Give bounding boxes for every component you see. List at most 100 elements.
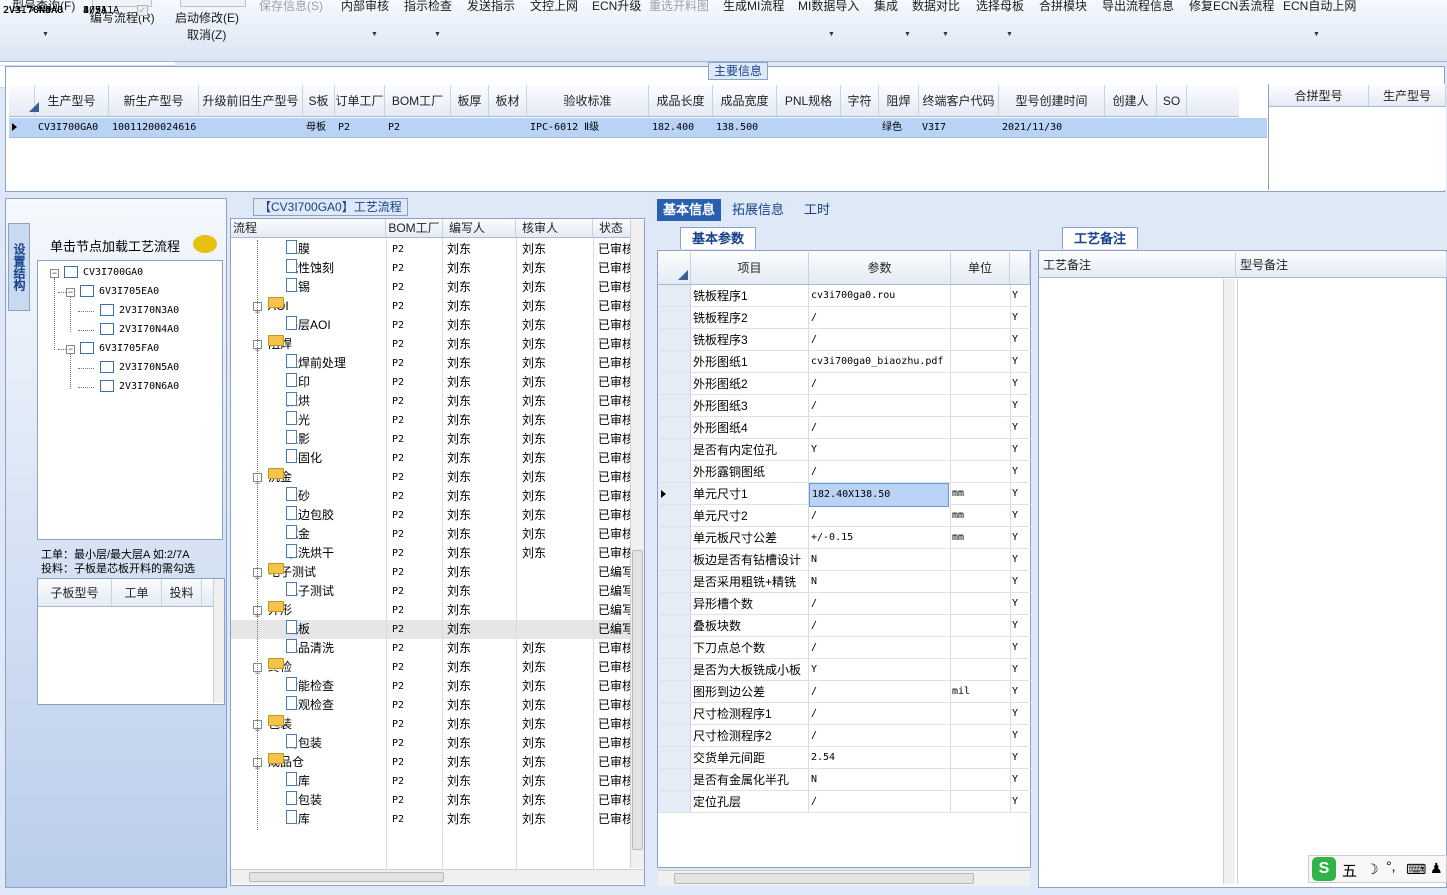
param-row[interactable]: 单元板尺寸公差 +/-0.15 mm Y (658, 527, 1032, 549)
param-value[interactable]: / (809, 681, 949, 703)
param-row[interactable]: 异形槽个数 / Y (658, 593, 1032, 615)
tree-node[interactable]: 2V3I70N5A0 (100, 360, 179, 376)
dropdown-caret-icon[interactable]: ▼ (1006, 31, 1013, 38)
toolbar-button-2[interactable]: 启动修改(E) (175, 9, 239, 26)
vtab-structure[interactable]: 设置结构 (8, 223, 30, 311)
param-row[interactable]: 是否有内定位孔 Y Y (658, 439, 1032, 461)
toolbar-button-8[interactable]: 文控上网 (530, 0, 578, 14)
toolbar-button-6[interactable]: 指示检查 (404, 0, 452, 14)
param-row[interactable]: 是否有金属化半孔 N Y (658, 769, 1032, 791)
process-row[interactable]: − 成品仓 P2 刘东 刘东 已审核 (231, 753, 631, 773)
toolbar-button-16[interactable]: 合拼模块 (1039, 0, 1087, 14)
param-row[interactable]: 尺寸检测程序2 / Y (658, 725, 1032, 747)
param-value[interactable]: / (809, 725, 949, 747)
param-row[interactable]: 单元尺寸1 182.40X138.50 mm Y (658, 483, 1032, 507)
param-value[interactable]: N (809, 769, 949, 791)
param-value[interactable]: cv3i700ga0.rou (809, 285, 949, 307)
param-value[interactable]: / (809, 593, 949, 615)
process-row[interactable]: 曝光 P2 刘东 刘东 已审核 (231, 411, 631, 430)
param-row[interactable]: 铣板程序1 cv3i700ga0.rou Y (658, 285, 1032, 307)
toolbar-button-17[interactable]: 导出流程信息 (1102, 0, 1174, 14)
param-row[interactable]: 单元尺寸2 /mm Y (658, 505, 1032, 527)
tree-node[interactable]: 6V3I705EA0 (80, 284, 159, 300)
param-value[interactable]: Y (809, 659, 949, 681)
collapse-icon[interactable]: − (66, 345, 75, 354)
param-row[interactable]: 下刀点总个数 / Y (658, 637, 1032, 659)
toolbar-button-13[interactable]: 集成 (874, 0, 898, 14)
process-row[interactable]: 外包装 P2 刘东 刘东 已审核 (231, 791, 631, 810)
param-row[interactable]: 外形图纸2 / Y (658, 373, 1032, 395)
param-row[interactable]: 是否为大板铣成小板 Y Y (658, 659, 1032, 681)
toolbar-button-11[interactable]: 生成MI流程 (723, 0, 784, 14)
process-row[interactable]: 退锡 P2 刘东 刘东 已审核 (231, 278, 631, 297)
tree-node[interactable]: 2V3I70N3A0 (100, 303, 179, 319)
tab-0[interactable]: 基本信息 (657, 199, 722, 221)
process-row[interactable]: 内包装 P2 刘东 刘东 已审核 (231, 734, 631, 753)
tree-node[interactable]: 6V3I705FA0 (80, 341, 159, 357)
process-row[interactable]: 阻焊前处理 P2 刘东 刘东 已审核 (231, 354, 631, 373)
process-row[interactable]: 水洗烘干 P2 刘东 刘东 已审核 (231, 544, 631, 563)
param-value[interactable]: / (809, 329, 949, 351)
dropdown-caret-icon[interactable]: ▼ (942, 31, 949, 38)
param-row[interactable]: 尺寸检测程序1 / Y (658, 703, 1032, 725)
main-info-row[interactable]: CV3I700GA0 10011200024616 母板 P2 P2 IPC-6012 Ⅱ… (9, 118, 1267, 138)
dropdown-caret-icon[interactable]: ▼ (371, 31, 378, 38)
process-row[interactable]: 电子测试 P2 刘东 已编写 (231, 582, 631, 601)
param-row[interactable]: 外形图纸1 cv3i700ga0_biaozhu.pdf Y (658, 351, 1032, 373)
process-row[interactable]: −包装P2刘东刘东已审核 (231, 715, 631, 735)
param-value[interactable]: 2.54 (809, 747, 949, 769)
process-row[interactable]: 入库 P2 刘东 刘东 已审核 (231, 772, 631, 791)
process-row[interactable]: 外层AOI P2 刘东 刘东 已审核 (231, 316, 631, 335)
param-value[interactable]: / (809, 417, 949, 439)
param-value[interactable]: / (809, 615, 949, 637)
process-row[interactable]: 出库 P2 刘东 刘东 已审核 (231, 810, 631, 829)
basic-subtab[interactable]: 基本参数 (680, 227, 756, 249)
feed-checkbox[interactable]: ✓ (137, 5, 148, 16)
dropdown-caret-icon[interactable]: ▼ (828, 31, 835, 38)
collapse-icon[interactable]: − (66, 288, 75, 297)
process-row[interactable]: 退膜 P2 刘东 刘东 已审核 (231, 240, 631, 259)
process-row[interactable]: −沉金P2刘东刘东已审核 (231, 468, 631, 488)
param-row[interactable]: 交货单元间距 2.54 Y (658, 747, 1032, 769)
toolbar-button-7[interactable]: 发送指示 (467, 0, 515, 14)
toolbar-button-15[interactable]: 选择母板 (976, 0, 1024, 14)
param-row[interactable]: 是否采用粗铣+精铣 N Y (658, 571, 1032, 593)
process-row[interactable]: 外观检查 P2 刘东 刘东 已审核 (231, 696, 631, 715)
process-row[interactable]: 铣板 P2 刘东 已编写 (231, 620, 631, 639)
process-row[interactable]: 预烘 P2 刘东 刘东 已审核 (231, 392, 631, 411)
param-value[interactable]: +/-0.15 (809, 527, 949, 549)
process-row[interactable]: 显影 P2 刘东 刘东 已审核 (231, 430, 631, 449)
tab-1[interactable]: 拓展信息 (726, 199, 790, 221)
process-row[interactable]: 喷砂 P2 刘东 刘东 已审核 (231, 487, 631, 506)
tree-node[interactable]: 2V3I70N4A0 (100, 322, 179, 338)
process-row[interactable]: 碱性蚀刻 P2 刘东 刘东 已审核 (231, 259, 631, 278)
collapse-icon[interactable]: − (50, 269, 59, 278)
param-row[interactable]: 图形到边公差 / mil Y (658, 681, 1032, 703)
process-row[interactable]: −外形P2刘东已编写 (231, 601, 631, 621)
param-value[interactable]: / (809, 505, 949, 527)
param-value[interactable]: cv3i700ga0_biaozhu.pdf (809, 351, 949, 373)
process-row[interactable]: 成品清洗 P2 刘东 刘东 已审核 (231, 639, 631, 658)
process-row[interactable]: 功能检查 P2 刘东 刘东 已审核 (231, 677, 631, 696)
param-value[interactable]: N (809, 571, 949, 593)
param-value[interactable]: 182.40X138.50 (809, 483, 949, 507)
param-row[interactable]: 外形露铜图纸 / Y (658, 461, 1032, 483)
toolbar-button-12[interactable]: MI数据导入 (798, 0, 859, 14)
process-row[interactable]: 沉金 P2 刘东 刘东 已审核 (231, 525, 631, 544)
process-hscroll[interactable] (231, 869, 644, 884)
param-value[interactable]: / (809, 373, 949, 395)
toolbar-button-9[interactable]: ECN升级 (592, 0, 641, 14)
param-value[interactable]: / (809, 307, 949, 329)
param-row[interactable]: 叠板块数 / Y (658, 615, 1032, 637)
toolbar-button-18[interactable]: 修复ECN丢流程 (1189, 0, 1274, 14)
dropdown-caret-icon[interactable]: ▼ (904, 31, 911, 38)
param-row[interactable]: 外形图纸4 / Y (658, 417, 1032, 439)
remark-subtab[interactable]: 工艺备注 (1062, 227, 1138, 249)
process-row[interactable]: −终检P2刘东刘东已审核 (231, 658, 631, 678)
process-row[interactable]: −阻焊P2刘东刘东已审核 (231, 335, 631, 355)
toolbar-button-3[interactable]: 取消(Z) (187, 26, 226, 43)
param-value[interactable]: / (809, 637, 949, 659)
tab-2[interactable]: 工时 (798, 199, 836, 221)
toolbar-button-5[interactable]: 内部审核 (341, 0, 389, 14)
param-row[interactable]: 外形图纸3 / Y (658, 395, 1032, 417)
